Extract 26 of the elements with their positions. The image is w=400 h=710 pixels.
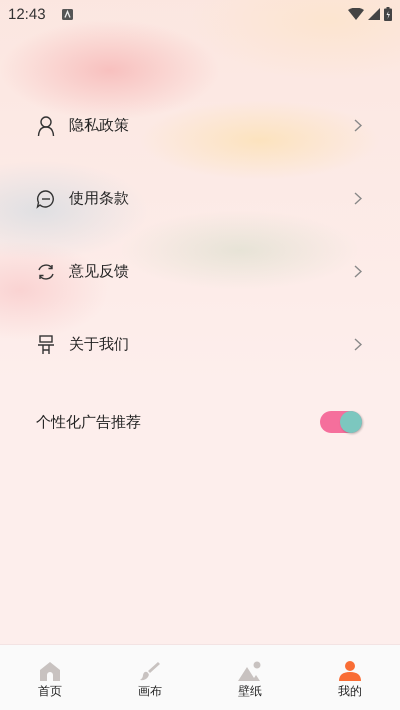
wifi-icon [348,8,364,20]
battery-icon [384,7,392,21]
menu-item[interactable]: 隐私政策 [0,89,400,162]
nav-tab[interactable]: 首页 [0,645,100,710]
notification-icon [62,8,73,20]
person-icon [36,116,56,136]
chevron-right-icon [354,265,362,278]
nav-tab[interactable]: 壁纸 [200,645,300,710]
chat-bubble-icon [36,188,56,208]
mountain-picture-icon [238,661,262,681]
menu-item[interactable]: 使用条款 [0,162,400,235]
chevron-right-icon [354,119,362,132]
menu-item[interactable]: 关于我们 [0,308,400,381]
toggle-switch[interactable] [320,411,362,433]
refresh-icon [36,262,56,282]
nav-tab[interactable]: 我的 [300,645,400,710]
menu-item[interactable]: 意见反馈 [0,235,400,308]
home-icon [39,661,61,681]
setting-label: 个性化广告推荐 [36,412,142,432]
chevron-right-icon [354,192,362,205]
signal-icon [368,8,380,20]
chevron-right-icon [354,338,362,351]
status-time: 12:43 [8,6,46,22]
person-icon [339,661,361,681]
nav-tab[interactable]: 画布 [100,645,200,710]
brush-icon [139,661,161,681]
